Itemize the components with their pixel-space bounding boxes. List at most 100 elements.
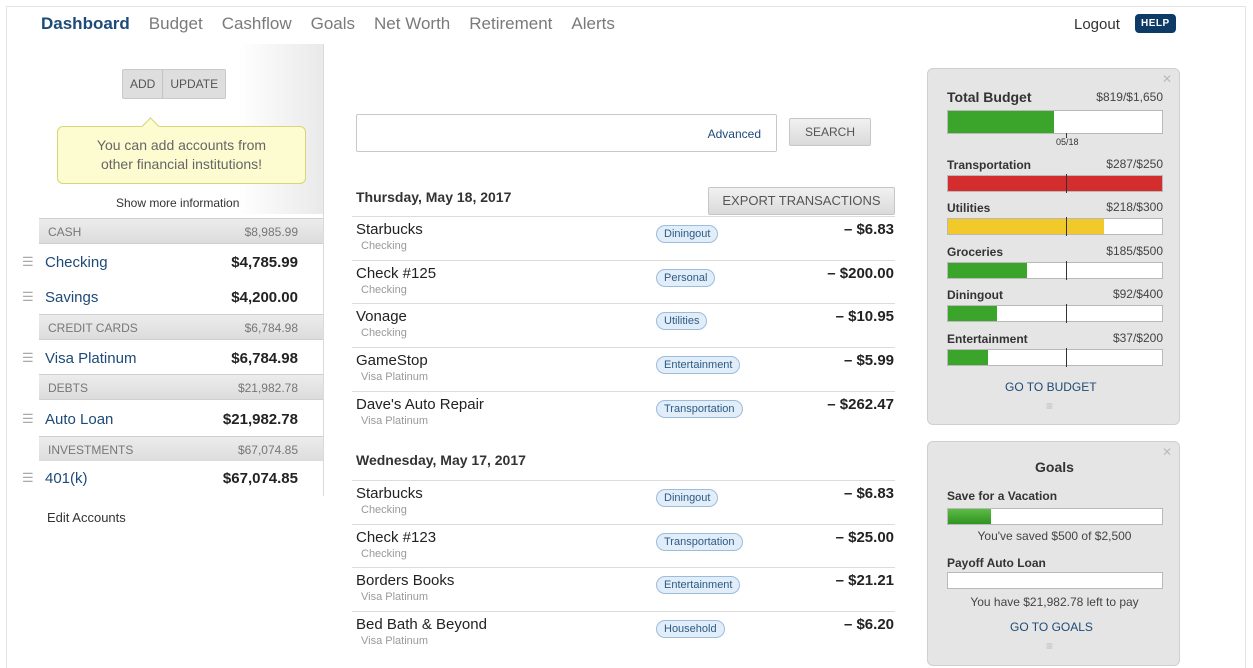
show-more-link[interactable]: Show more information xyxy=(116,196,239,210)
nav-budget[interactable]: Budget xyxy=(149,14,203,34)
drag-handle-icon[interactable]: ☰ xyxy=(22,411,34,427)
transaction-row[interactable]: Check #123 Checking Transportation – $25… xyxy=(352,524,895,567)
budget-date-marker xyxy=(1066,304,1067,323)
go-to-goals-link[interactable]: GO TO GOALS xyxy=(1010,620,1093,634)
transaction-payee: Dave's Auto Repair xyxy=(356,396,484,413)
account-balance: $4,785.99 xyxy=(231,254,298,271)
drag-handle-icon[interactable]: ☰ xyxy=(22,470,34,486)
transaction-account: Visa Platinum xyxy=(361,371,429,383)
transaction-row[interactable]: Starbucks Checking Diningout – $6.83 xyxy=(352,216,895,259)
category-tag[interactable]: Utilities xyxy=(656,312,708,330)
transaction-row[interactable]: Bed Bath & Beyond Visa Platinum Househol… xyxy=(352,611,895,654)
transaction-row[interactable]: Dave's Auto Repair Visa Platinum Transpo… xyxy=(352,391,895,434)
nav-net-worth[interactable]: Net Worth xyxy=(374,14,450,34)
account-group-name: CASH xyxy=(48,225,82,239)
category-tag[interactable]: Personal xyxy=(656,269,716,287)
add-accounts-tooltip: You can add accounts from other financia… xyxy=(57,126,306,184)
advanced-search-link[interactable]: Advanced xyxy=(708,127,761,141)
budget-category-name: Diningout xyxy=(947,288,1003,302)
main-nav: Dashboard Budget Cashflow Goals Net Wort… xyxy=(41,14,634,34)
budget-category-value: $287/$250 xyxy=(1106,157,1163,171)
budget-date-label: 05/18 xyxy=(1056,137,1079,147)
nav-goals[interactable]: Goals xyxy=(311,14,355,34)
account-balance: $21,982.78 xyxy=(222,411,298,428)
transaction-account: Visa Platinum xyxy=(361,415,429,427)
account-group-investments[interactable]: INVESTMENTS $67,074.85 xyxy=(39,436,324,462)
transaction-account: Checking xyxy=(361,548,407,560)
category-tag[interactable]: Diningout xyxy=(656,225,719,243)
transaction-payee: GameStop xyxy=(356,352,428,369)
budget-bar-fill xyxy=(948,176,1162,191)
category-tag[interactable]: Entertainment xyxy=(656,356,741,374)
account-row-visa-platinum[interactable]: ☰ Visa Platinum $6,784.98 xyxy=(14,341,324,376)
logout-link[interactable]: Logout xyxy=(1074,16,1120,33)
transaction-amount: – $10.95 xyxy=(835,308,894,325)
account-row-auto-loan[interactable]: ☰ Auto Loan $21,982.78 xyxy=(14,402,324,437)
transaction-account: Visa Platinum xyxy=(361,591,429,603)
grip-icon[interactable]: ≡ xyxy=(1046,399,1053,413)
transaction-amount: – $6.20 xyxy=(843,616,894,633)
budget-category-value: $37/$200 xyxy=(1112,331,1163,345)
update-accounts-button[interactable]: UPDATE xyxy=(162,70,225,98)
transaction-amount: – $6.83 xyxy=(843,485,894,502)
transaction-row[interactable]: Starbucks Checking Diningout – $6.83 xyxy=(352,480,895,523)
help-button[interactable]: HELP xyxy=(1135,14,1176,33)
budget-bar-fill xyxy=(948,111,1055,133)
budget-date-marker xyxy=(1066,217,1067,236)
account-row-checking[interactable]: ☰ Checking $4,785.99 xyxy=(14,245,324,280)
drag-handle-icon[interactable]: ☰ xyxy=(22,350,34,366)
nav-alerts[interactable]: Alerts xyxy=(571,14,614,34)
budget-total-label: Total Budget xyxy=(947,89,1032,105)
category-tag[interactable]: Transportation xyxy=(656,400,743,418)
transaction-payee: Bed Bath & Beyond xyxy=(356,616,487,633)
account-row-401k[interactable]: ☰ 401(k) $67,074.85 xyxy=(14,461,324,496)
nav-cashflow[interactable]: Cashflow xyxy=(222,14,292,34)
close-icon[interactable]: ✕ xyxy=(1162,445,1172,459)
account-row-savings[interactable]: ☰ Savings $4,200.00 xyxy=(14,280,324,315)
transaction-amount: – $262.47 xyxy=(827,396,894,413)
account-group-credit-cards[interactable]: CREDIT CARDS $6,784.98 xyxy=(39,314,324,340)
transaction-row[interactable]: Vonage Checking Utilities – $10.95 xyxy=(352,303,895,346)
transaction-row[interactable]: Check #125 Checking Personal – $200.00 xyxy=(352,260,895,303)
add-account-button[interactable]: ADD xyxy=(123,70,162,98)
account-group-total: $8,985.99 xyxy=(244,225,298,239)
edit-accounts-link[interactable]: Edit Accounts xyxy=(47,510,126,525)
grip-icon[interactable]: ≡ xyxy=(1046,639,1053,653)
transaction-payee: Check #123 xyxy=(356,529,437,546)
account-balance: $4,200.00 xyxy=(231,289,298,306)
goal-name[interactable]: Payoff Auto Loan xyxy=(947,556,1046,570)
search-input[interactable]: Advanced xyxy=(356,114,777,152)
goal-progress-bar xyxy=(947,572,1163,589)
account-group-total: $67,074.85 xyxy=(237,443,298,457)
goal-name[interactable]: Save for a Vacation xyxy=(947,489,1057,503)
close-icon[interactable]: ✕ xyxy=(1162,72,1172,86)
transaction-account: Checking xyxy=(361,504,407,516)
go-to-budget-link[interactable]: GO TO BUDGET xyxy=(1005,380,1097,394)
category-tag[interactable]: Diningout xyxy=(656,489,719,507)
budget-category-bar xyxy=(947,261,1163,280)
nav-dashboard[interactable]: Dashboard xyxy=(41,14,130,34)
account-name: 401(k) xyxy=(45,470,88,487)
drag-handle-icon[interactable]: ☰ xyxy=(22,289,34,305)
account-group-cash[interactable]: CASH $8,985.99 xyxy=(39,218,324,244)
transaction-row[interactable]: Borders Books Visa Platinum Entertainmen… xyxy=(352,567,895,610)
transaction-payee: Borders Books xyxy=(356,572,455,589)
account-name: Visa Platinum xyxy=(45,350,137,367)
budget-category-name: Transportation xyxy=(947,158,1032,172)
account-group-debts[interactable]: DEBTS $21,982.78 xyxy=(39,374,324,400)
transaction-amount: – $6.83 xyxy=(843,221,894,238)
budget-category-value: $92/$400 xyxy=(1112,287,1163,301)
budget-category-name: Entertainment xyxy=(947,332,1028,346)
category-tag[interactable]: Household xyxy=(656,620,725,638)
export-transactions-button[interactable]: EXPORT TRANSACTIONS xyxy=(708,187,895,215)
transaction-date-header: Thursday, May 18, 2017 xyxy=(356,189,512,205)
transaction-payee: Check #125 xyxy=(356,265,437,282)
drag-handle-icon[interactable]: ☰ xyxy=(22,254,34,270)
nav-retirement[interactable]: Retirement xyxy=(469,14,552,34)
category-tag[interactable]: Entertainment xyxy=(656,576,741,594)
budget-category-name: Groceries xyxy=(947,245,1004,259)
search-button[interactable]: SEARCH xyxy=(789,118,871,146)
transaction-row[interactable]: GameStop Visa Platinum Entertainment – $… xyxy=(352,347,895,390)
budget-category-bar xyxy=(947,348,1163,367)
category-tag[interactable]: Transportation xyxy=(656,533,743,551)
